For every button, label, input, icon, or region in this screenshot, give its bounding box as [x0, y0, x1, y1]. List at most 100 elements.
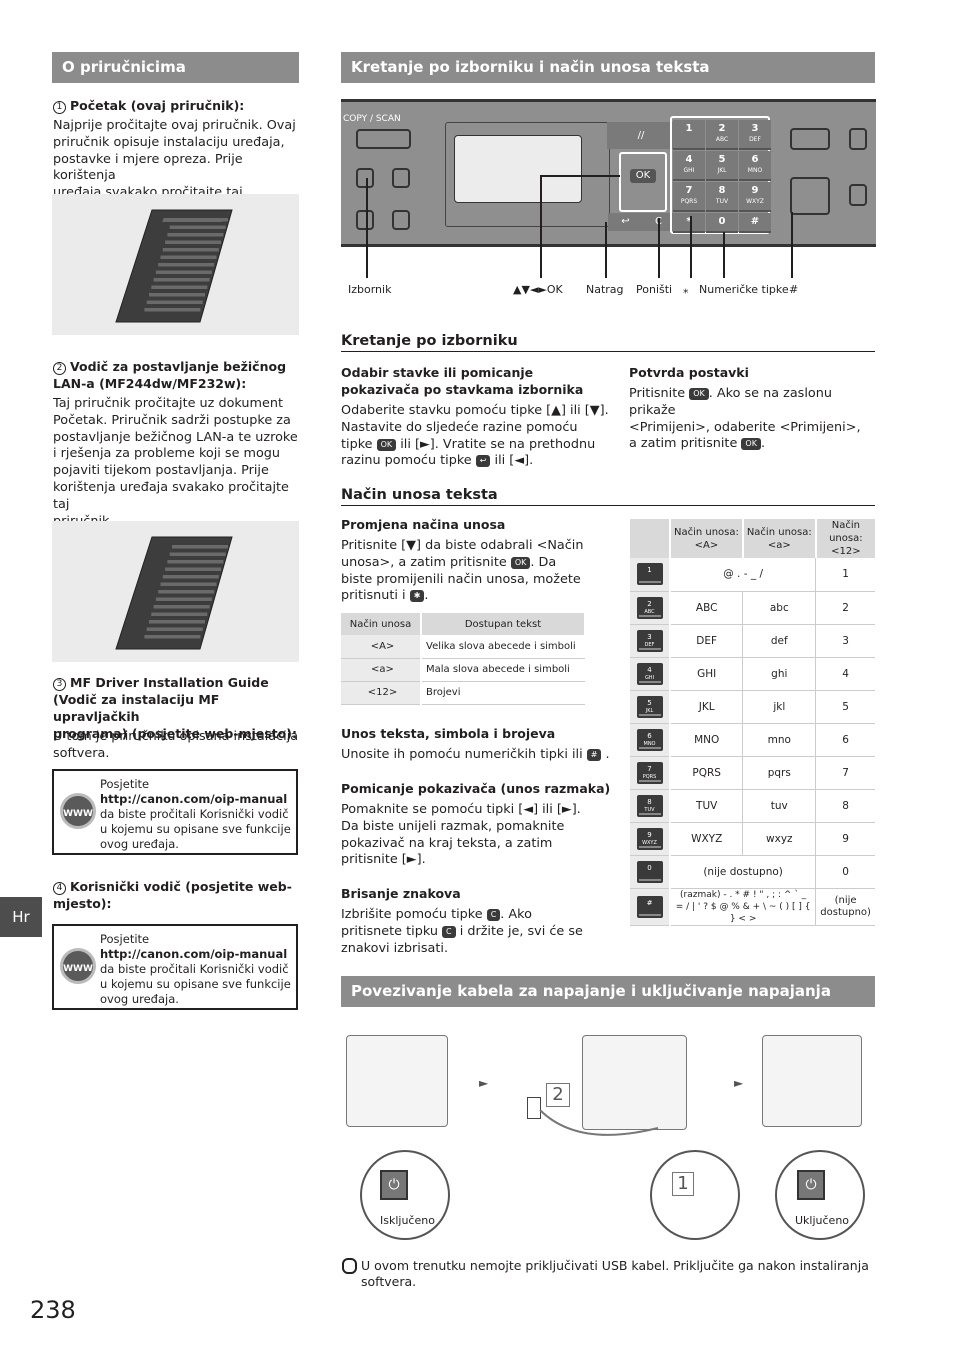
enter-text-title: Unos teksta, simbola i brojeva — [341, 726, 556, 741]
key-7-icon: 7 PQRS — [636, 761, 663, 784]
visit-website-box: WWW Posjetite http://canon.com/oip-manua… — [52, 769, 298, 855]
manual-4-title: 4 Korisnički vodič (posjetite web-mjesto)… — [53, 879, 292, 911]
booklet-stripe — [160, 255, 217, 259]
key-0: 0 — [706, 213, 738, 233]
move-cursor-body: Pomaknite se pomoću tipki [◄] ili [►]. D… — [341, 802, 581, 868]
key-star: * — [673, 213, 705, 233]
booklet-stripe — [167, 233, 224, 237]
booklet-stripe — [169, 552, 226, 556]
key-9-icon: 9 WXYZ — [636, 827, 663, 850]
step-arrow-icon: ► — [734, 1076, 744, 1090]
mode-12-cell: 5 — [815, 690, 875, 724]
key-1: 1 — [673, 120, 705, 150]
callout-back: Natrag — [586, 283, 624, 296]
ok-key-icon: OK — [376, 438, 397, 451]
number-badge: 3 — [53, 678, 66, 691]
www-globe-icon: WWW — [60, 793, 96, 829]
callout-numeric: Numeričke tipke — [699, 283, 789, 296]
booklet-stripe — [149, 293, 205, 297]
power-off-circle: ⏻ Isključeno — [360, 1150, 450, 1240]
confirm-settings-body: Pritisnite OK. Ako se na zaslonu prikaže… — [629, 386, 861, 452]
id-button — [849, 184, 867, 206]
manual-url-link[interactable]: http://canon.com/oip-manual — [100, 947, 287, 961]
key-5-icon: 5 JKL — [636, 695, 663, 718]
mode-12-cell: 8 — [815, 789, 875, 823]
move-cursor-title: Pomicanje pokazivača (unos razmaka) — [341, 781, 611, 796]
clear-key-icon: C — [486, 909, 501, 921]
ok-key-icon: OK — [689, 388, 709, 400]
mode-A-a-cell: @ . - _ / — [670, 558, 817, 592]
key-2: 2 ABC — [706, 120, 738, 150]
key-8-icon: 8 TUV — [636, 794, 663, 817]
subsection-navigation: Kretanje po izborniku — [341, 333, 875, 352]
mode-a-cell: def — [742, 624, 817, 658]
mode-12-cell: 9 — [815, 822, 875, 856]
table-row: 0 (nije dostupno) 0 — [630, 855, 875, 889]
number-badge: 4 — [53, 882, 66, 895]
booklet-stripe — [155, 597, 212, 601]
mode-a-cell: pqrs — [742, 756, 817, 790]
step-arrow-icon: ► — [479, 1076, 489, 1090]
energy-saver-button — [849, 128, 867, 150]
key-5: 5 JKL — [706, 151, 738, 181]
key-4: 4 GHI — [673, 151, 705, 181]
table-row: <a> Mala slova abecede i simboli — [341, 658, 585, 682]
star-key-icon: ✱ — [409, 590, 425, 603]
table-row: 6 MNO MNO mno 6 — [630, 723, 875, 757]
booklet-stripe — [151, 285, 208, 289]
table-row: 3 DEF DEF def 3 — [630, 624, 875, 658]
col-header: Način unosa: <a> — [742, 519, 817, 558]
mode-12-cell: 3 — [815, 624, 875, 658]
key-0-icon: 0 — [636, 860, 663, 883]
key-hash: # — [739, 213, 771, 233]
booklet-stripe — [144, 635, 201, 639]
available-text-cell: Brojevi — [421, 681, 585, 705]
table-row: 5 JKL JKL jkl 5 — [630, 690, 875, 724]
select-item-title: Odabir stavke ili pomicanje pokazivača po… — [341, 365, 584, 397]
booklet-stripe — [153, 605, 210, 609]
language-tab: Hr — [0, 897, 42, 937]
col-header: Način unosa: <12> — [815, 519, 875, 558]
booklet-stripe — [151, 612, 208, 616]
mode-a-cell: ghi — [742, 657, 817, 691]
mode-cell: <A> — [341, 635, 422, 659]
booklet-stripe — [165, 240, 222, 244]
booklet-stripe — [169, 225, 226, 229]
manual-url-link[interactable]: http://canon.com/oip-manual — [100, 792, 287, 806]
booklet-stripe — [167, 560, 224, 564]
booklet-icon — [115, 209, 233, 323]
mode-A-cell: ABC — [670, 591, 744, 625]
enter-text-body: Unosite ih pomoću numeričkih tipki ili #… — [341, 747, 610, 762]
start-button — [790, 177, 830, 215]
booklet-stripe — [172, 545, 228, 549]
manual-2-body: Taj priručnik pročitajte uz dokument Poč… — [53, 396, 298, 529]
table-row: 8 TUV TUV tuv 8 — [630, 789, 875, 823]
step-1-badge: 1 — [672, 1172, 694, 1196]
visit-website-box: WWW Posjetite http://canon.com/oip-manua… — [52, 924, 298, 1010]
key-1-icon: 1 — [636, 563, 663, 586]
booklet-icon — [115, 536, 233, 650]
booklet-stripe — [162, 575, 219, 579]
power-cord — [539, 1109, 659, 1136]
mode-A-cell: DEF — [670, 624, 744, 658]
manual-2-title: 2 Vodič za postavljanje bežičnog LAN-a (MF… — [53, 359, 287, 391]
mode-12-cell: 4 — [815, 657, 875, 691]
delete-chars-title: Brisanje znakova — [341, 886, 461, 901]
table-row: 4 GHI GHI ghi 4 — [630, 657, 875, 691]
callout-clear: Poništi — [636, 283, 673, 296]
copy-scan-label: COPY / SCAN — [343, 114, 401, 124]
back-key: ↩ — [608, 213, 643, 231]
ok-key-icon: OK — [741, 438, 761, 451]
mode-12-cell: 1 — [815, 558, 875, 592]
www-globe-icon: WWW — [60, 948, 96, 984]
col-header: Način unosa — [341, 613, 422, 635]
table-row: # (razmak) - . * # ! " , ; : ^ ` _ = / | … — [630, 888, 875, 926]
table-row: 9 WXYZ WXYZ wxyz 9 — [630, 822, 875, 856]
usb-note: U ovom trenutku nemojte priključivati US… — [361, 1258, 869, 1289]
ok-key-icon: OK — [510, 556, 531, 569]
select-item-body: Odaberite stavku pomoću tipke [▲] ili [▼… — [341, 403, 609, 469]
caution-hand-icon — [342, 1258, 357, 1274]
key-7: 7 PQRS — [673, 182, 705, 212]
ok-key: OK — [630, 169, 656, 183]
change-mode-title: Promjena načina unosa — [341, 517, 506, 532]
